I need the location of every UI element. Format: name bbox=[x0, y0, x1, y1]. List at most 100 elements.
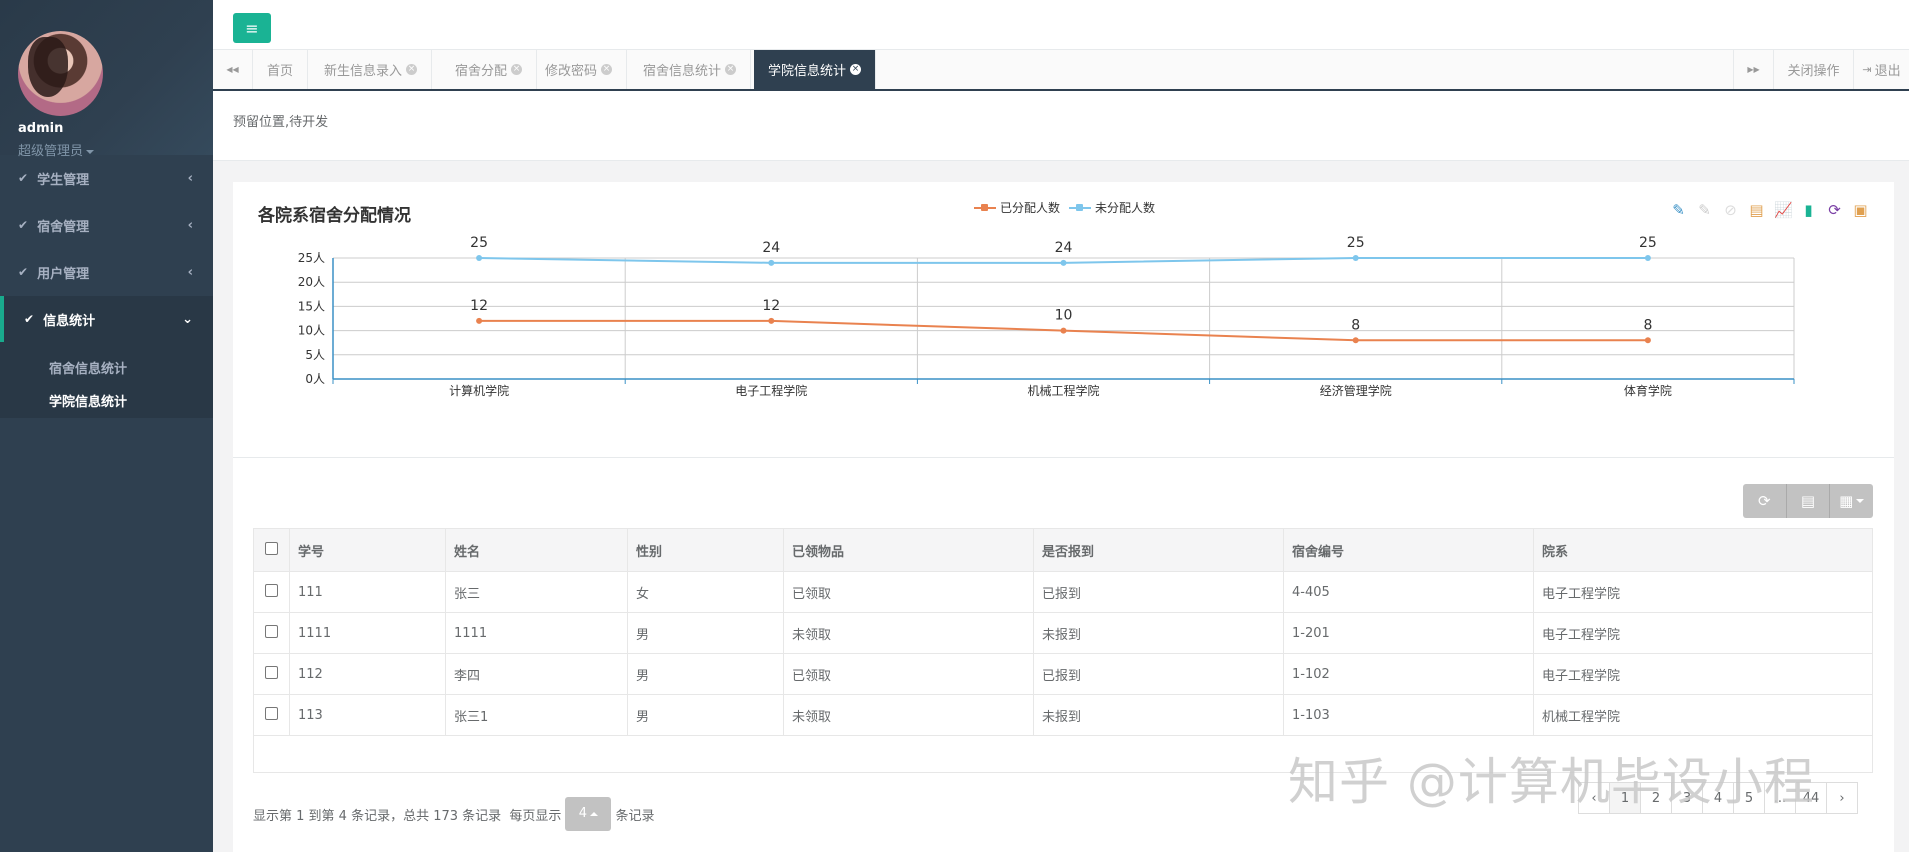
data-label: 12 bbox=[762, 298, 780, 314]
per-page-prefix: 每页显示 bbox=[509, 808, 562, 824]
y-tick-label: 0人 bbox=[305, 372, 325, 386]
column-header[interactable]: 院系 bbox=[1533, 528, 1873, 572]
close-icon[interactable]: × bbox=[406, 64, 418, 75]
table-row[interactable]: 112 李四男已领取 已报到 1-102 电子工程学院 bbox=[253, 653, 1873, 695]
column-header[interactable]: 性别 bbox=[627, 528, 784, 572]
column-header[interactable]: 学号 bbox=[289, 528, 446, 572]
sidebar-item-user-mgmt[interactable]: ✔ 用户管理 ‹ bbox=[0, 249, 213, 295]
table-cell: 1111 bbox=[445, 612, 628, 654]
table-cell: 已领取 bbox=[783, 653, 1034, 695]
chevron-left-icon: ‹ bbox=[187, 264, 193, 280]
toggle-view-button[interactable]: ▤ bbox=[1787, 484, 1831, 518]
notice-bar: 预留位置,待开发 bbox=[213, 91, 1909, 161]
refresh-icon: ⟳ bbox=[1758, 492, 1771, 510]
chevron-down-icon: ⌄ bbox=[182, 311, 193, 327]
close-icon[interactable]: × bbox=[725, 64, 737, 75]
page-size-dropdown[interactable]: 4 bbox=[565, 797, 612, 831]
sidebar-item-label: 信息统计 bbox=[43, 313, 96, 329]
table-cell: 1-103 bbox=[1283, 694, 1534, 736]
data-label: 10 bbox=[1055, 308, 1073, 324]
table-cell: 已领取 bbox=[783, 571, 1034, 613]
table-cell: 113 bbox=[289, 694, 446, 736]
close-ops-button[interactable]: 关闭操作 bbox=[1773, 50, 1853, 89]
column-header[interactable]: 是否报到 bbox=[1033, 528, 1284, 572]
table-cell: 电子工程学院 bbox=[1533, 612, 1873, 654]
columns-icon: ▦ bbox=[1839, 492, 1854, 510]
table-cell: 男 bbox=[627, 694, 784, 736]
profile-panel: admin 超级管理员 bbox=[0, 0, 213, 159]
chevron-left-icon: ‹ bbox=[187, 170, 193, 186]
data-label: 8 bbox=[1351, 317, 1360, 333]
submenu-item-college-stats[interactable]: 学院信息统计 bbox=[49, 391, 127, 410]
row-checkbox[interactable] bbox=[265, 624, 278, 638]
data-point bbox=[768, 259, 775, 266]
pagination-summary: 显示第 1 到第 4 条记录，总共 173 条记录 bbox=[253, 808, 502, 824]
table-row[interactable]: 1111 1111 男未领取 未报到 1-201 电子工程学院 bbox=[253, 612, 1873, 654]
tab-new-student-entry[interactable]: 新生信息录入 × bbox=[310, 50, 433, 89]
data-point bbox=[768, 317, 775, 324]
data-label: 25 bbox=[470, 235, 488, 251]
table-cell: 1111 bbox=[289, 612, 446, 654]
columns-button[interactable]: ▦ bbox=[1830, 484, 1873, 518]
section-divider bbox=[233, 457, 1894, 458]
data-point bbox=[476, 255, 483, 261]
data-point bbox=[1060, 327, 1067, 334]
submenu-info-stats: 宿舍信息统计 学院信息统计 bbox=[0, 342, 213, 418]
table-cell: 女 bbox=[627, 571, 784, 613]
list-icon: ▤ bbox=[1800, 492, 1816, 510]
table-cell: 李四 bbox=[445, 653, 628, 695]
sidebar-item-student-mgmt[interactable]: ✔ 学生管理 ‹ bbox=[0, 155, 213, 201]
table-cell: 男 bbox=[627, 612, 784, 654]
column-header[interactable]: 姓名 bbox=[445, 528, 628, 572]
refresh-button[interactable]: ⟳ bbox=[1743, 484, 1787, 518]
logout-label: 退出 bbox=[1874, 64, 1901, 79]
data-label: 25 bbox=[1347, 235, 1365, 251]
menu-toggle-button[interactable]: ≡ bbox=[233, 13, 271, 43]
sidebar-item-label: 用户管理 bbox=[37, 266, 90, 282]
select-all-cell bbox=[253, 528, 290, 572]
avatar[interactable] bbox=[18, 31, 103, 116]
pagination-info: 显示第 1 到第 4 条记录，总共 173 条记录 每页显示 4 条记录 bbox=[253, 797, 654, 831]
y-tick-label: 5人 bbox=[305, 348, 325, 362]
data-point bbox=[1644, 337, 1651, 344]
select-all-checkbox[interactable] bbox=[265, 541, 278, 555]
column-header[interactable]: 宿舍编号 bbox=[1283, 528, 1534, 572]
row-checkbox[interactable] bbox=[265, 706, 278, 720]
sidebar-item-label: 宿舍管理 bbox=[37, 219, 90, 235]
sidebar: admin 超级管理员 ✔ 学生管理 ‹ ✔ 宿舍管理 ‹ ✔ 用户管理 ‹ ✔ 信息统计 ⌄ 宿舍信… bbox=[0, 0, 213, 852]
sidebar-item-info-stats[interactable]: ✔ 信息统计 ⌄ bbox=[0, 296, 213, 342]
next-page-button[interactable]: › bbox=[1826, 782, 1858, 814]
y-tick-label: 25人 bbox=[298, 251, 325, 265]
close-icon[interactable]: × bbox=[511, 64, 523, 75]
tab-dorm-stats[interactable]: 宿舍信息统计 × bbox=[629, 50, 752, 89]
table-cell: 张三1 bbox=[445, 694, 628, 736]
x-tick-label: 体育学院 bbox=[1624, 383, 1672, 398]
tabs-prev-button[interactable]: ◀◀ bbox=[213, 50, 253, 89]
table-cell: 111 bbox=[289, 571, 446, 613]
close-icon[interactable]: × bbox=[601, 64, 613, 75]
row-checkbox[interactable] bbox=[265, 583, 278, 597]
tab-label: 修改密码 bbox=[545, 64, 598, 79]
logout-button[interactable]: ⇥ 退出 bbox=[1853, 50, 1909, 89]
table-cell: 电子工程学院 bbox=[1533, 571, 1873, 613]
data-label: 24 bbox=[1055, 240, 1073, 256]
table-cell: 已报到 bbox=[1033, 571, 1284, 613]
x-tick-label: 经济管理学院 bbox=[1320, 383, 1392, 398]
tabs-next-button[interactable]: ▶▶ bbox=[1733, 50, 1773, 89]
tab-home[interactable]: 首页 bbox=[253, 50, 309, 89]
sidebar-item-dorm-mgmt[interactable]: ✔ 宿舍管理 ‹ bbox=[0, 202, 213, 248]
row-checkbox[interactable] bbox=[265, 665, 278, 679]
tab-college-stats[interactable]: 学院信息统计 × bbox=[754, 50, 877, 89]
x-tick-label: 计算机学院 bbox=[449, 383, 509, 398]
tab-change-password[interactable]: 修改密码 × bbox=[531, 50, 628, 89]
tab-dorm-allocation[interactable]: 宿舍分配 × bbox=[441, 50, 538, 89]
table-row[interactable]: 111 张三女已领取 已报到 4-405 电子工程学院 bbox=[253, 571, 1873, 613]
tabs-bar: ◀◀ 首页 新生信息录入 × 宿舍分配 × 修改密码 × 宿舍信息统计 × 学院信息统计 × ▶▶ … bbox=[213, 50, 1909, 91]
close-icon[interactable]: × bbox=[850, 64, 862, 75]
table-row[interactable]: 113 张三1 男未领取 未报到 1-103 机械工程学院 bbox=[253, 694, 1873, 736]
tab-label: 新生信息录入 bbox=[324, 64, 403, 79]
logout-icon: ⇥ bbox=[1862, 63, 1872, 76]
column-header[interactable]: 已领物品 bbox=[783, 528, 1034, 572]
x-tick-label: 电子工程学院 bbox=[735, 383, 807, 398]
submenu-item-dorm-stats[interactable]: 宿舍信息统计 bbox=[49, 358, 127, 377]
